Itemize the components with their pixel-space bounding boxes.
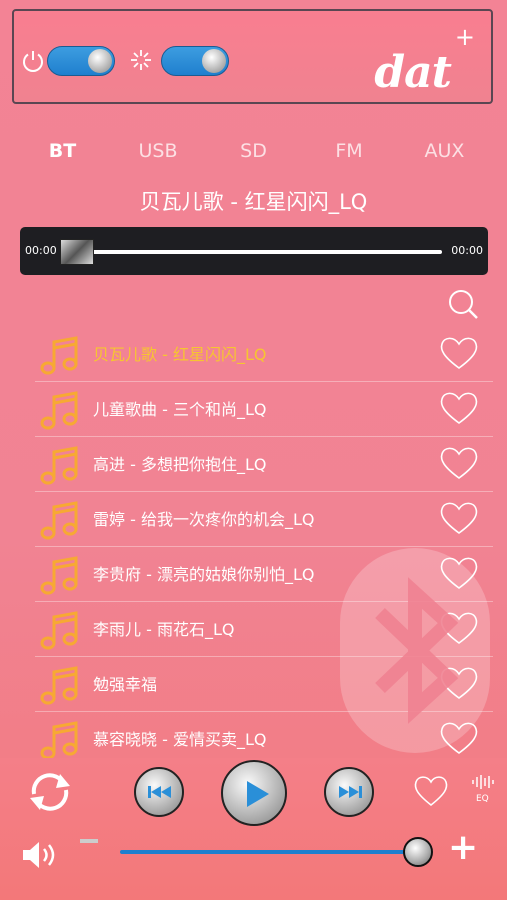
duration-time: 00:00 [451,244,483,257]
equalizer-icon[interactable] [471,774,497,790]
next-icon [339,786,362,798]
volume-icon[interactable] [22,840,60,870]
track-title: 贝瓦儿歌 - 红星闪闪_LQ [93,345,267,364]
music-note-icon [39,556,79,600]
eq-label: EQ [476,794,489,804]
progress-track[interactable] [64,250,442,254]
track-title: 雷婷 - 给我一次疼你的机会_LQ [93,510,315,529]
repeat-icon[interactable] [26,770,74,814]
track-title: 勉强幸福 [93,675,158,694]
track-title: 高进 - 多想把你抱住_LQ [93,455,267,474]
music-note-icon [39,666,79,710]
music-note-icon [39,501,79,545]
toggle-knob [202,49,226,73]
bluetooth-icon[interactable] [340,548,490,753]
favorite-icon[interactable] [413,774,449,808]
toggle-knob [88,49,112,73]
player-controls: EQ + [0,758,507,900]
tab-sd[interactable]: SD [206,140,301,168]
music-note-icon [39,611,79,655]
tab-fm[interactable]: FM [302,140,397,168]
light-toggle[interactable] [161,46,229,76]
play-icon [247,781,269,807]
track-title: 儿童歌曲 - 三个和尚_LQ [93,400,267,419]
playlist-item[interactable]: 雷婷 - 给我一次疼你的机会_LQ [35,492,493,547]
search-icon[interactable] [447,288,479,320]
music-note-icon [39,446,79,490]
source-tabs: BT USB SD FM AUX [15,140,492,168]
power-toggle[interactable] [47,46,115,76]
track-title: 慕容晓晓 - 爱情买卖_LQ [93,730,267,749]
add-device-button[interactable]: + [455,25,475,49]
previous-icon [148,786,171,798]
volume-down-button[interactable] [80,839,98,843]
tab-usb[interactable]: USB [111,140,206,168]
elapsed-time: 00:00 [25,244,57,257]
tab-aux[interactable]: AUX [397,140,492,168]
next-button[interactable] [324,767,374,817]
track-title: 李贵府 - 漂亮的姑娘你别怕_LQ [93,565,315,584]
tab-bt[interactable]: BT [15,140,110,168]
previous-button[interactable] [134,767,184,817]
brand-logo: dat [374,47,452,98]
progress-thumb[interactable] [60,239,94,265]
volume-thumb[interactable] [403,837,433,867]
playlist-item[interactable]: 贝瓦儿歌 - 红星闪闪_LQ [35,327,493,382]
heart-icon[interactable] [439,445,479,485]
heart-icon[interactable] [439,335,479,375]
playlist-item[interactable]: 儿童歌曲 - 三个和尚_LQ [35,382,493,437]
play-button[interactable] [221,760,287,826]
progress-bar: 00:00 00:00 [20,227,488,275]
playlist-item[interactable]: 高进 - 多想把你抱住_LQ [35,437,493,492]
volume-up-button[interactable]: + [448,830,478,866]
device-panel: + dat [12,9,493,104]
now-playing-title: 贝瓦儿歌 - 红星闪闪_LQ [139,190,368,214]
volume-slider[interactable] [120,850,418,854]
heart-icon[interactable] [439,500,479,540]
music-note-icon [39,391,79,435]
track-title: 李雨儿 - 雨花石_LQ [93,620,235,639]
light-icon [131,50,151,70]
power-icon [23,51,43,72]
heart-icon[interactable] [439,390,479,430]
music-note-icon [39,336,79,380]
